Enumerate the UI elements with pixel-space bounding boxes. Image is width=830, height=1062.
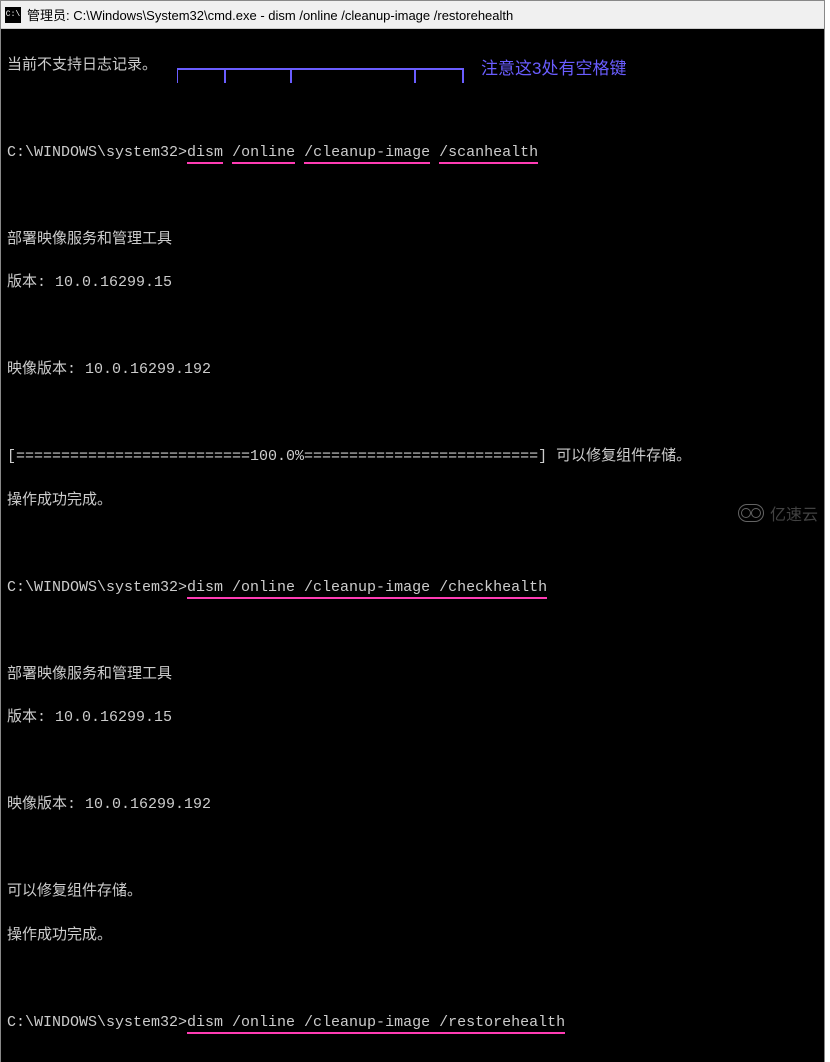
- watermark-icon: [738, 504, 764, 522]
- terminal-area[interactable]: 当前不支持日志记录。 C:\WINDOWS\system32>dism /onl…: [1, 29, 824, 1062]
- output-line: 操作成功完成。: [7, 925, 818, 947]
- cmd-text: dism /online /cleanup-image /checkhealth: [187, 579, 547, 599]
- blank-line: [7, 98, 818, 120]
- window-title: 管理员: C:\Windows\System32\cmd.exe - dism …: [27, 5, 513, 24]
- output-line: 部署映像服务和管理工具: [7, 229, 818, 251]
- blank-line: [7, 1055, 818, 1062]
- blank-line: [7, 968, 818, 990]
- blank-line: [7, 751, 818, 773]
- prompt: C:\WINDOWS\system32>: [7, 144, 187, 161]
- blank-line: [7, 403, 818, 425]
- command-line-1: C:\WINDOWS\system32>dism /online /cleanu…: [7, 142, 818, 164]
- blank-line: [7, 533, 818, 555]
- output-line: 部署映像服务和管理工具: [7, 664, 818, 686]
- output-line: 映像版本: 10.0.16299.192: [7, 794, 818, 816]
- command-line-3: C:\WINDOWS\system32>dism /online /cleanu…: [7, 1012, 818, 1034]
- watermark-text: 亿速云: [770, 501, 818, 525]
- annotation-text: 注意这3处有空格键: [481, 57, 626, 82]
- blank-line: [7, 185, 818, 207]
- cmd-window: C:\ 管理员: C:\Windows\System32\cmd.exe - d…: [0, 0, 825, 1062]
- cmd-icon: C:\: [5, 7, 21, 23]
- cmd-part: /cleanup-image: [304, 144, 430, 164]
- progress-line: [==========================100.0%=======…: [7, 446, 818, 468]
- watermark: 亿速云: [738, 501, 818, 525]
- cmd-text: dism /online /cleanup-image /restoreheal…: [187, 1014, 565, 1034]
- cmd-part: /online: [232, 144, 295, 164]
- output-line: 可以修复组件存储。: [7, 881, 818, 903]
- output-line: 操作成功完成。: [7, 490, 818, 512]
- output-line: 当前不支持日志记录。: [7, 55, 818, 77]
- command-line-2: C:\WINDOWS\system32>dism /online /cleanu…: [7, 577, 818, 599]
- output-line: 映像版本: 10.0.16299.192: [7, 359, 818, 381]
- output-line: 版本: 10.0.16299.15: [7, 272, 818, 294]
- blank-line: [7, 316, 818, 338]
- prompt: C:\WINDOWS\system32>: [7, 1014, 187, 1031]
- cmd-part: /scanhealth: [439, 144, 538, 164]
- blank-line: [7, 838, 818, 860]
- cmd-part: dism: [187, 144, 223, 164]
- output-line: 版本: 10.0.16299.15: [7, 707, 818, 729]
- prompt: C:\WINDOWS\system32>: [7, 579, 187, 596]
- titlebar[interactable]: C:\ 管理员: C:\Windows\System32\cmd.exe - d…: [1, 1, 824, 29]
- blank-line: [7, 620, 818, 642]
